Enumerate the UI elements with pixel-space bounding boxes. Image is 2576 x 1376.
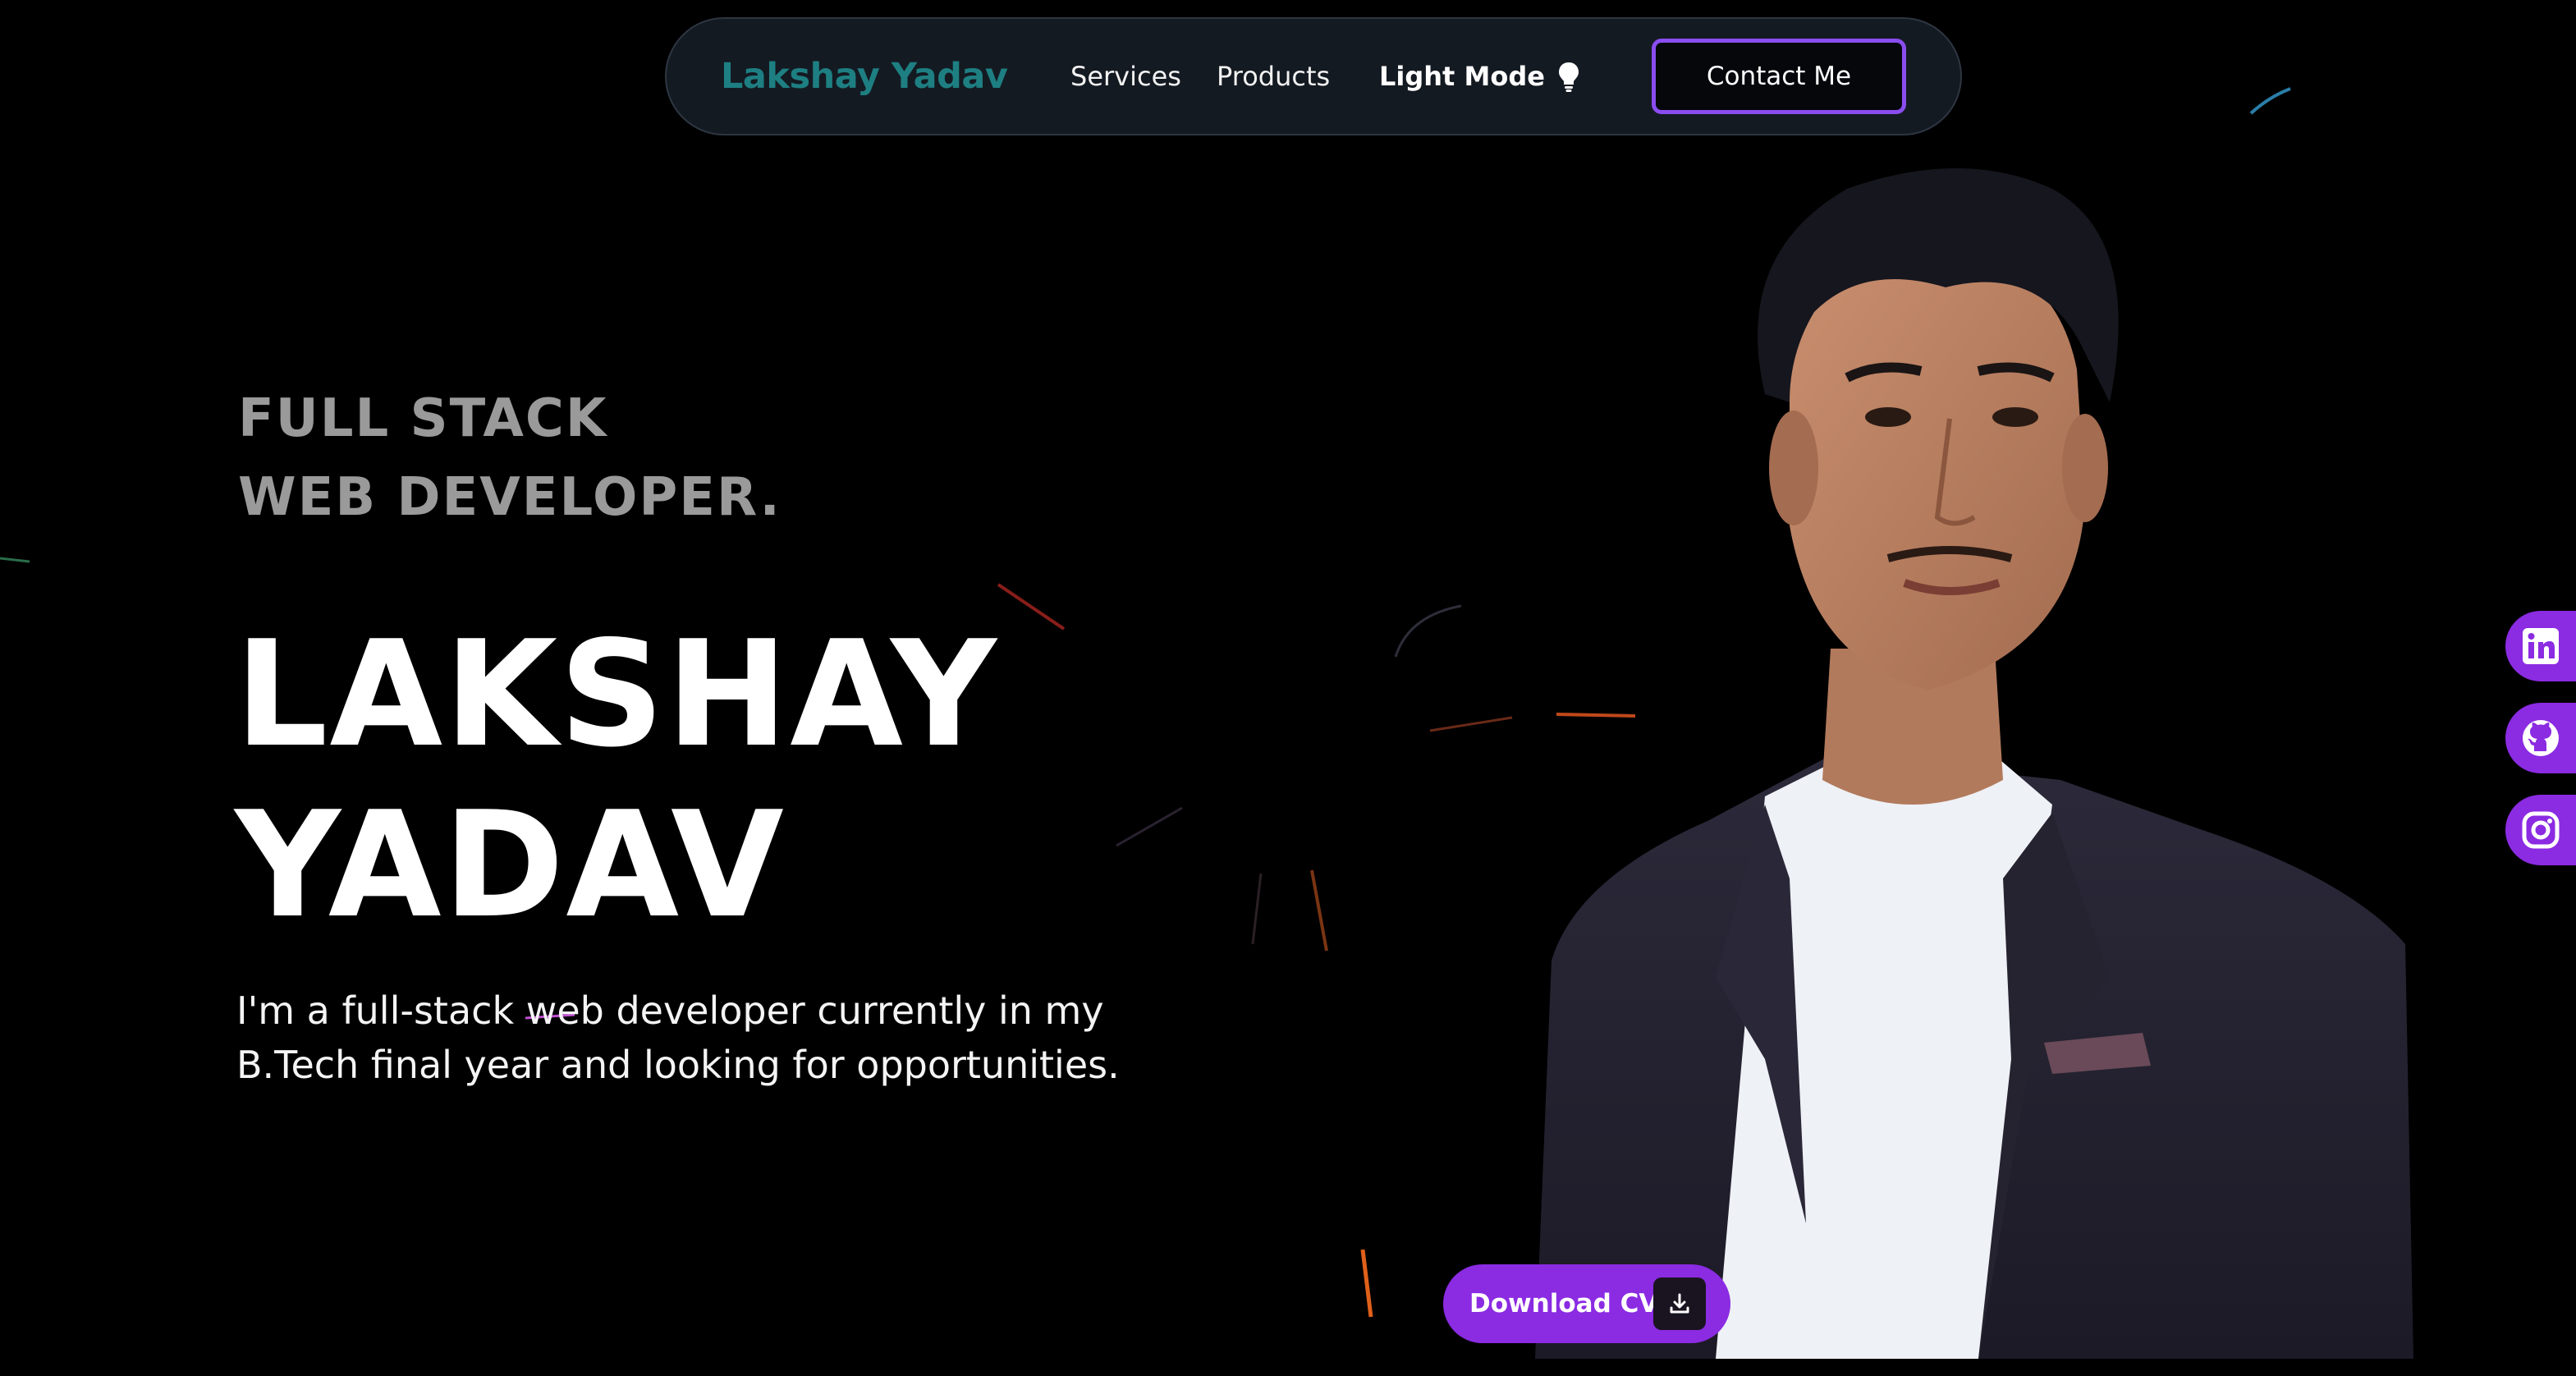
nav-products-link[interactable]: Products <box>1217 19 1330 134</box>
hero-name-line: LAKSHAY <box>235 609 998 779</box>
hero-name: LAKSHAY YADAV <box>235 609 998 951</box>
streak <box>997 583 1066 631</box>
streak <box>1394 604 1462 658</box>
streak <box>1360 1249 1373 1318</box>
tagline-line: WEB DEVELOPER. <box>238 467 782 528</box>
download-cv-label: Download CV <box>1469 1289 1659 1319</box>
streak <box>1116 806 1183 847</box>
hero-tagline: FULL STACK WEB DEVELOPER. <box>238 379 782 537</box>
intro-line: B.Tech final year and looking for opport… <box>236 1043 1120 1087</box>
tagline-line: FULL STACK <box>238 388 608 449</box>
intro-line: I'm a full-stack web developer currently… <box>236 988 1104 1033</box>
linkedin-icon <box>2523 628 2559 664</box>
streak <box>0 557 30 563</box>
light-mode-toggle[interactable]: Light Mode <box>1379 19 1581 134</box>
nav-services-link[interactable]: Services <box>1070 19 1181 134</box>
hero-intro: I'm a full-stack web developer currently… <box>236 984 1222 1092</box>
light-mode-label: Light Mode <box>1379 61 1545 92</box>
instagram-icon <box>2522 811 2560 849</box>
github-link[interactable] <box>2505 703 2576 773</box>
hero-name-line: YADAV <box>235 780 786 950</box>
instagram-link[interactable] <box>2505 795 2576 865</box>
streak <box>1251 873 1263 945</box>
download-icon <box>1653 1277 1706 1330</box>
streak <box>2249 87 2291 115</box>
streak <box>1310 869 1328 952</box>
streak <box>1429 716 1513 732</box>
linkedin-link[interactable] <box>2505 611 2576 681</box>
lightbulb-icon <box>1558 62 1579 92</box>
portfolio-page: Lakshay Yadav Services Products Light Mo… <box>0 0 2576 1376</box>
profile-portrait <box>1535 168 2413 1359</box>
github-icon <box>2523 720 2559 756</box>
download-cv-button[interactable]: Download CV <box>1443 1264 1730 1343</box>
navbar: Lakshay Yadav Services Products Light Mo… <box>665 17 1962 135</box>
contact-me-button[interactable]: Contact Me <box>1652 39 1906 114</box>
brand-logo[interactable]: Lakshay Yadav <box>721 19 1008 134</box>
